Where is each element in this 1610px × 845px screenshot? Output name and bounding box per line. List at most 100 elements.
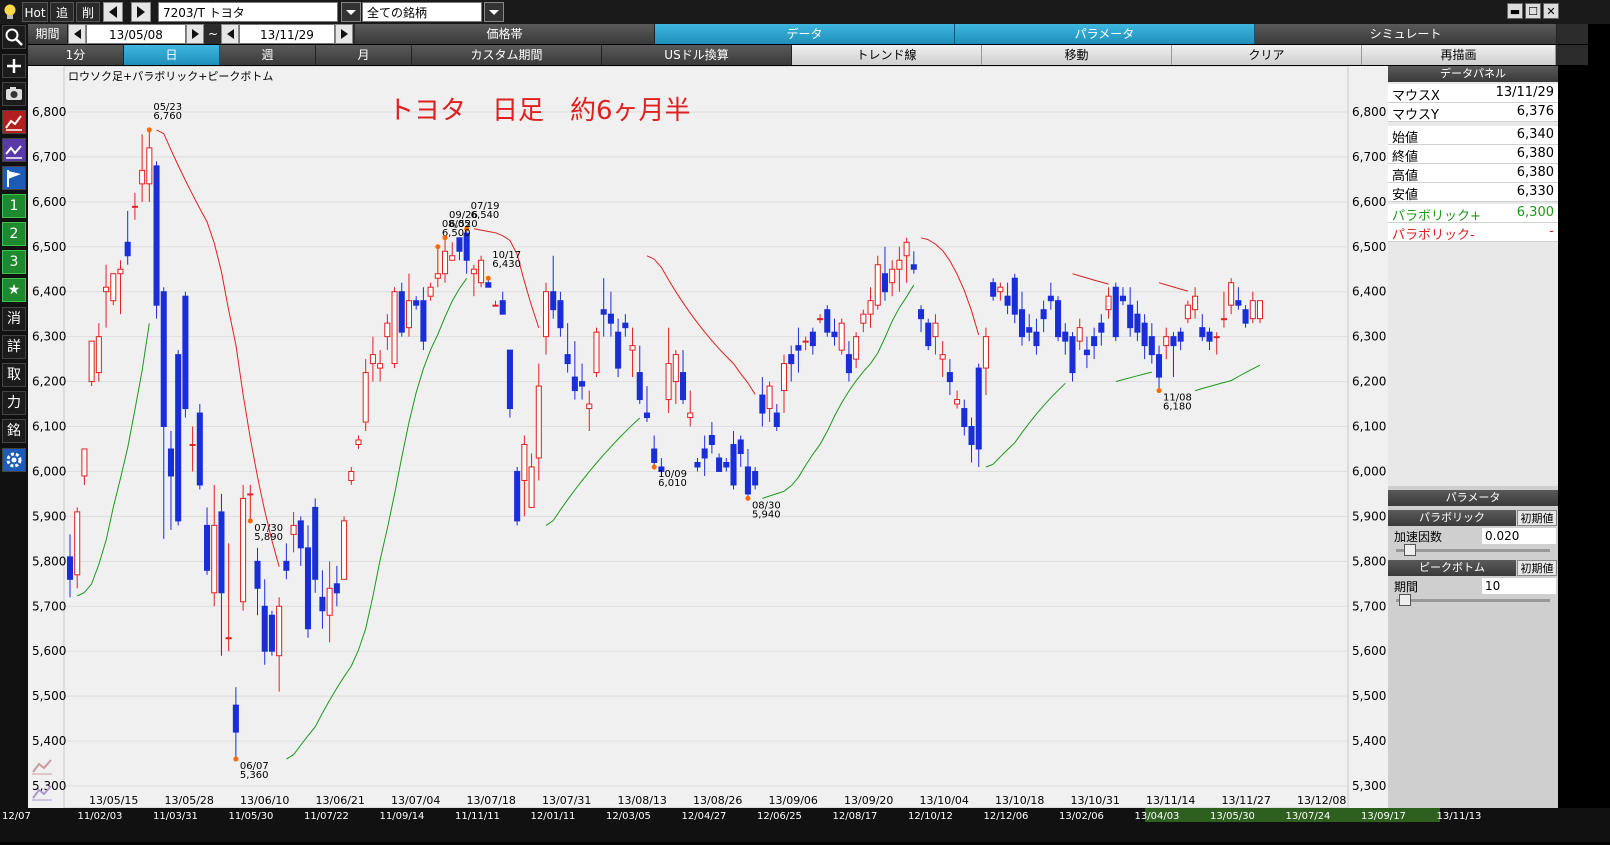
candle-body [1184, 304, 1191, 320]
next-symbol-button[interactable] [131, 2, 151, 22]
tab-parameters[interactable]: パラメータ [955, 24, 1255, 44]
candle-body [1018, 309, 1026, 338]
universe-select[interactable]: 全ての銘柄 [362, 2, 482, 22]
bottom-marker [745, 495, 751, 501]
reset-default-button[interactable]: 初期値 [1517, 510, 1557, 526]
delete-button[interactable]: 削 [76, 2, 100, 22]
overview-date-label: 11/07/22 [304, 811, 349, 822]
overview-date-label: 13/02/06 [1059, 811, 1104, 822]
candle-body [268, 614, 275, 652]
candlestick-chart[interactable]: 05/236,76006/075,36007/196,54007/305,890… [28, 65, 1388, 809]
bottom-date-strip[interactable]: 12/07 11/02/03 11/03/31 11/05/30 11/07/22 11/… [0, 808, 1610, 842]
candle-body [780, 363, 788, 392]
param-slider-track[interactable] [1396, 549, 1550, 552]
tab-price-range[interactable]: 価格帯 [355, 24, 655, 44]
chart-mini-icon-1[interactable] [30, 756, 54, 776]
camera-icon[interactable] [2, 82, 26, 106]
tab-data[interactable]: データ [655, 24, 955, 44]
candle-body [896, 259, 903, 270]
peak-marker [442, 235, 448, 241]
fetch-button[interactable]: 取 [2, 363, 26, 387]
erase-button[interactable]: 消 [2, 307, 26, 331]
overview-date-label: 12/06/25 [757, 811, 802, 822]
param-value-field[interactable]: 0.020 [1482, 528, 1556, 544]
x-axis-label: 13/07/18 [467, 794, 516, 807]
input-button[interactable]: 力 [2, 391, 26, 415]
preset-3-button[interactable]: 3 [2, 250, 26, 274]
flag-icon[interactable] [2, 166, 26, 190]
tab-monthly[interactable]: 月 [316, 45, 412, 65]
search-icon[interactable] [2, 25, 26, 49]
start-prev-button[interactable] [68, 24, 86, 44]
y-axis-label-right: 5,300 [1352, 779, 1386, 793]
candle-body [312, 506, 319, 580]
preset-1-button[interactable]: 1 [2, 194, 26, 218]
star-icon[interactable]: ★ [2, 278, 26, 302]
hot-button[interactable]: Hot [22, 2, 48, 22]
trendline-button[interactable]: トレンド線 [792, 45, 982, 65]
lightbulb-icon[interactable] [2, 3, 18, 21]
candle-body [1228, 282, 1235, 306]
end-date-field[interactable]: 13/11/29 [239, 24, 335, 44]
data-row-label: 高値 [1392, 169, 1419, 184]
candle-body [1026, 327, 1033, 333]
start-date-field[interactable]: 13/05/08 [86, 24, 186, 44]
clear-button[interactable]: クリア [1172, 45, 1362, 65]
y-axis-label-left: 5,800 [32, 554, 66, 568]
y-axis-label-left: 6,600 [32, 195, 66, 209]
symbol-field[interactable]: 7203/T トヨタ [158, 2, 338, 22]
tab-simulate[interactable]: シミュレート [1255, 24, 1557, 44]
candle-body [1192, 295, 1199, 311]
tab-daily[interactable]: 日 [124, 45, 220, 65]
param-slider-thumb[interactable] [1399, 594, 1412, 606]
candle-body [1170, 336, 1177, 347]
maximize-button[interactable]: ☐ [1525, 3, 1541, 19]
end-prev-button[interactable] [221, 24, 239, 44]
close-button[interactable]: ✕ [1543, 3, 1559, 19]
universe-dropdown-arrow[interactable] [484, 2, 504, 22]
prev-symbol-button[interactable] [103, 2, 123, 22]
preset-2-button[interactable]: 2 [2, 222, 26, 246]
y-axis-label-right: 6,600 [1352, 195, 1386, 209]
candle-body [160, 291, 167, 428]
reset-default-button[interactable]: 初期値 [1517, 560, 1557, 576]
symbol-button[interactable]: 銘 [2, 419, 26, 443]
redraw-button[interactable]: 再描画 [1362, 45, 1556, 65]
candle-body [167, 448, 174, 477]
candle-body [369, 354, 376, 365]
peak-bottom-value: 6,010 [658, 478, 687, 489]
bottom-marker [233, 756, 239, 762]
plus-icon[interactable] [2, 54, 26, 78]
tab-custom-period[interactable]: カスタム期間 [412, 45, 602, 65]
tab-usd-convert[interactable]: USドル換算 [602, 45, 792, 65]
data-row: パラボリック+ 6,300 [1388, 204, 1558, 224]
start-next-button[interactable] [186, 24, 204, 44]
data-row-value: 6,376 [1516, 104, 1554, 119]
candle-body [564, 354, 571, 365]
candle-body [1098, 322, 1105, 333]
universe-dropdown-toggle[interactable] [341, 2, 361, 22]
candle-body [853, 336, 860, 360]
param-slider-thumb[interactable] [1403, 544, 1416, 556]
move-button[interactable]: 移動 [982, 45, 1172, 65]
param-slider-track[interactable] [1396, 599, 1550, 602]
tab-weekly[interactable]: 週 [220, 45, 316, 65]
chart-red-icon[interactable] [2, 110, 26, 134]
chart-purple-icon[interactable] [2, 138, 26, 162]
bottom-marker [247, 518, 253, 524]
data-row: マウスY 6,376 [1388, 103, 1558, 123]
gear-icon[interactable] [2, 448, 26, 472]
candle-body [542, 291, 550, 338]
chart-mini-icon-2[interactable] [30, 782, 54, 802]
minimize-button[interactable]: ▬ [1507, 3, 1523, 19]
candle-body [737, 439, 744, 454]
chart-area[interactable]: 05/23 6,760 06/07 5,360 07/19 6,540 07/30 5,890… [28, 65, 1388, 809]
detail-button[interactable]: 詳 [2, 335, 26, 359]
param-value-field[interactable]: 10 [1482, 578, 1556, 594]
candle-body [802, 340, 809, 343]
add-button[interactable]: 追 [50, 2, 74, 22]
tab-1min[interactable]: 1分 [28, 45, 124, 65]
end-next-button[interactable] [335, 24, 353, 44]
candle-body [990, 282, 997, 297]
candle-body [290, 524, 297, 535]
